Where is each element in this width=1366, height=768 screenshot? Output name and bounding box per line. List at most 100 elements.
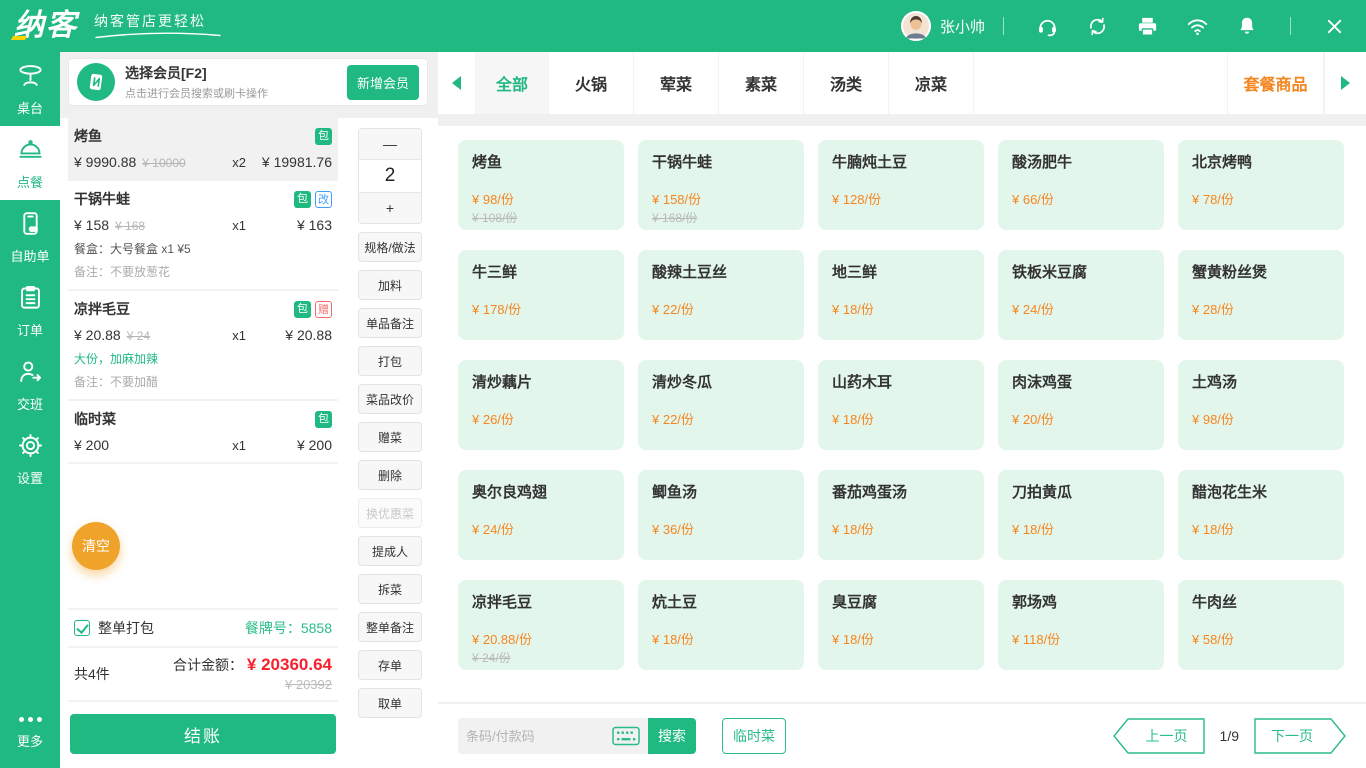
menu-item-card[interactable]: 番茄鸡蛋汤 ¥ 18/份 (818, 470, 984, 560)
keyboard-icon[interactable] (612, 726, 640, 746)
menu-item-card[interactable]: 铁板米豆腐 ¥ 24/份 (998, 250, 1164, 340)
split-dish-button[interactable]: 拆菜 (358, 574, 422, 604)
menu-item-card[interactable]: 蟹黄粉丝煲 ¥ 28/份 (1178, 250, 1344, 340)
menu-item-card[interactable]: 酸汤肥牛 ¥ 66/份 (998, 140, 1164, 230)
sidebar-item-shift[interactable]: 交班 (0, 348, 60, 422)
shift-handover-icon (17, 358, 44, 390)
bell-icon[interactable] (1235, 14, 1259, 38)
checkout-button[interactable]: 结账 (70, 714, 336, 754)
tab-soup[interactable]: 汤类 (804, 52, 889, 114)
menu-item-card[interactable]: 鲫鱼汤 ¥ 36/份 (638, 470, 804, 560)
cart-item[interactable]: 凉拌毛豆 包 赠 ¥ 20.88 ¥ 24 x1 ¥ 20.88 (68, 291, 338, 401)
sidebar-item-tables[interactable]: 桌台 (0, 52, 60, 126)
menu-item-card[interactable]: 烤鱼 ¥ 98/份 ¥ 108/份 (458, 140, 624, 230)
main-area: 桌台 点餐 (0, 52, 1366, 768)
menu-item-card[interactable]: 凉拌毛豆 ¥ 20.88/份 ¥ 24/份 (458, 580, 624, 670)
prev-page-button[interactable]: 上一页 (1113, 718, 1205, 754)
tab-all[interactable]: 全部 (476, 52, 549, 114)
dish-name: 酸辣土豆丝 (652, 261, 790, 282)
dish-name: 北京烤鸭 (1192, 151, 1330, 172)
dish-name: 刀拍黄瓜 (1012, 481, 1150, 502)
barcode-input-box[interactable] (458, 718, 648, 754)
tab-vegetable[interactable]: 素菜 (719, 52, 804, 114)
dish-name: 臭豆腐 (832, 591, 970, 612)
menu-item-card[interactable]: 地三鲜 ¥ 18/份 (818, 250, 984, 340)
dish-price: ¥ 78/份 (1192, 189, 1330, 208)
menu-item-card[interactable]: 郭场鸡 ¥ 118/份 (998, 580, 1164, 670)
cart-item[interactable]: 烤鱼 包 ¥ 9990.88 ¥ 10000 x2 ¥ 19981.76 (68, 118, 338, 181)
commission-person-button[interactable]: 提成人 (358, 536, 422, 566)
menu-grid: 烤鱼 ¥ 98/份 ¥ 108/份 干锅牛蛙 ¥ 158/份 ¥ 168/份 牛… (458, 140, 1344, 670)
menu-item-card[interactable]: 牛腩炖土豆 ¥ 128/份 (818, 140, 984, 230)
pack-whole-order-checkbox[interactable] (74, 620, 90, 636)
add-ingredient-button[interactable]: 加料 (358, 270, 422, 300)
menu-item-card[interactable]: 炕土豆 ¥ 18/份 (638, 580, 804, 670)
menu-item-card[interactable]: 清炒冬瓜 ¥ 22/份 (638, 360, 804, 450)
change-price-button[interactable]: 菜品改价 (358, 384, 422, 414)
qty-plus-button[interactable]: + (359, 193, 421, 223)
menu-item-card[interactable]: 奥尔良鸡翅 ¥ 24/份 (458, 470, 624, 560)
next-page-button[interactable]: 下一页 (1254, 718, 1346, 754)
menu-item-card[interactable]: 刀拍黄瓜 ¥ 18/份 (998, 470, 1164, 560)
member-subtitle: 点击进行会员搜索或刷卡操作 (125, 85, 268, 101)
menu-item-card[interactable]: 土鸡汤 ¥ 98/份 (1178, 360, 1344, 450)
cart-item-name: 干锅牛蛙 (74, 189, 130, 209)
tab-cold-dish[interactable]: 凉菜 (889, 52, 974, 114)
qty-minus-button[interactable]: — (359, 129, 421, 159)
user-name: 张小帅 (940, 16, 985, 37)
tab-combo-products[interactable]: 套餐商品 (1228, 52, 1324, 114)
category-tab-bar: 全部 火锅 荤菜 素菜 汤类 凉菜 套餐商品 (438, 52, 1366, 114)
dish-name: 土鸡汤 (1192, 371, 1330, 392)
temp-dish-button[interactable]: 临时菜 (722, 718, 786, 754)
retrieve-order-button[interactable]: 取单 (358, 688, 422, 718)
customer-service-icon[interactable] (1035, 14, 1059, 38)
menu-panel: 全部 火锅 荤菜 素菜 汤类 凉菜 套餐商品 烤鱼 ¥ 98/份 ¥ 108/份 (438, 52, 1366, 768)
menu-item-card[interactable]: 干锅牛蛙 ¥ 158/份 ¥ 168/份 (638, 140, 804, 230)
cart-item[interactable]: 干锅牛蛙 包 改 ¥ 158 ¥ 168 x1 ¥ 163 餐 (68, 181, 338, 291)
menu-item-card[interactable]: 山药木耳 ¥ 18/份 (818, 360, 984, 450)
member-select-card[interactable]: 选择会员[F2] 点击进行会员搜索或刷卡操作 新增会员 (68, 58, 428, 106)
pack-button[interactable]: 打包 (358, 346, 422, 376)
item-note-button[interactable]: 单品备注 (358, 308, 422, 338)
barcode-input[interactable] (466, 729, 612, 744)
tab-hotpot[interactable]: 火锅 (549, 52, 634, 114)
tabs-scroll-left-button[interactable] (438, 52, 476, 114)
total-value: ¥ 20360.64 (247, 655, 332, 674)
save-order-button[interactable]: 存单 (358, 650, 422, 680)
avatar[interactable] (901, 11, 931, 41)
sync-icon[interactable] (1085, 14, 1109, 38)
menu-item-card[interactable]: 清炒藕片 ¥ 26/份 (458, 360, 624, 450)
wifi-icon[interactable] (1185, 14, 1209, 38)
sidebar-item-more[interactable]: 更多 (0, 700, 60, 758)
menu-item-card[interactable]: 牛肉丝 ¥ 58/份 (1178, 580, 1344, 670)
menu-item-card[interactable]: 醋泡花生米 ¥ 18/份 (1178, 470, 1344, 560)
tabs-scroll-right-button[interactable] (1324, 52, 1366, 114)
sidebar-item-self-order[interactable]: 自助单 (0, 200, 60, 274)
menu-item-card[interactable]: 肉沫鸡蛋 ¥ 20/份 (998, 360, 1164, 450)
gift-dish-button[interactable]: 赠菜 (358, 422, 422, 452)
sidebar-item-settings[interactable]: 设置 (0, 422, 60, 496)
printer-icon[interactable] (1135, 14, 1159, 38)
delete-button[interactable]: 删除 (358, 460, 422, 490)
add-member-button[interactable]: 新增会员 (347, 65, 419, 100)
barcode-search-group: 搜索 (458, 718, 696, 754)
member-strip: 选择会员[F2] 点击进行会员搜索或刷卡操作 新增会员 (60, 52, 438, 118)
menu-item-card[interactable]: 牛三鲜 ¥ 178/份 (458, 250, 624, 340)
close-icon[interactable] (1322, 14, 1346, 38)
search-button[interactable]: 搜索 (648, 718, 696, 754)
dish-price: ¥ 158/份 (652, 189, 790, 208)
menu-item-card[interactable]: 北京烤鸭 ¥ 78/份 (1178, 140, 1344, 230)
menu-item-card[interactable]: 臭豆腐 ¥ 18/份 (818, 580, 984, 670)
dish-price: ¥ 18/份 (832, 409, 970, 428)
order-note-button[interactable]: 整单备注 (358, 612, 422, 642)
cart-item-price: ¥ 20.88 (74, 327, 121, 343)
cart-item[interactable]: 临时菜 包 ¥ 200 x1 ¥ 200 (68, 401, 338, 464)
order-panel: 选择会员[F2] 点击进行会员搜索或刷卡操作 新增会员 烤鱼 包 (60, 52, 438, 768)
tab-meat[interactable]: 荤菜 (634, 52, 719, 114)
dish-price: ¥ 18/份 (832, 519, 970, 538)
sidebar-item-ordering[interactable]: 点餐 (0, 126, 60, 200)
clear-cart-button[interactable]: 清空 (72, 522, 120, 570)
menu-item-card[interactable]: 酸辣土豆丝 ¥ 22/份 (638, 250, 804, 340)
sidebar-item-orders[interactable]: 订单 (0, 274, 60, 348)
spec-method-button[interactable]: 规格/做法 (358, 232, 422, 262)
